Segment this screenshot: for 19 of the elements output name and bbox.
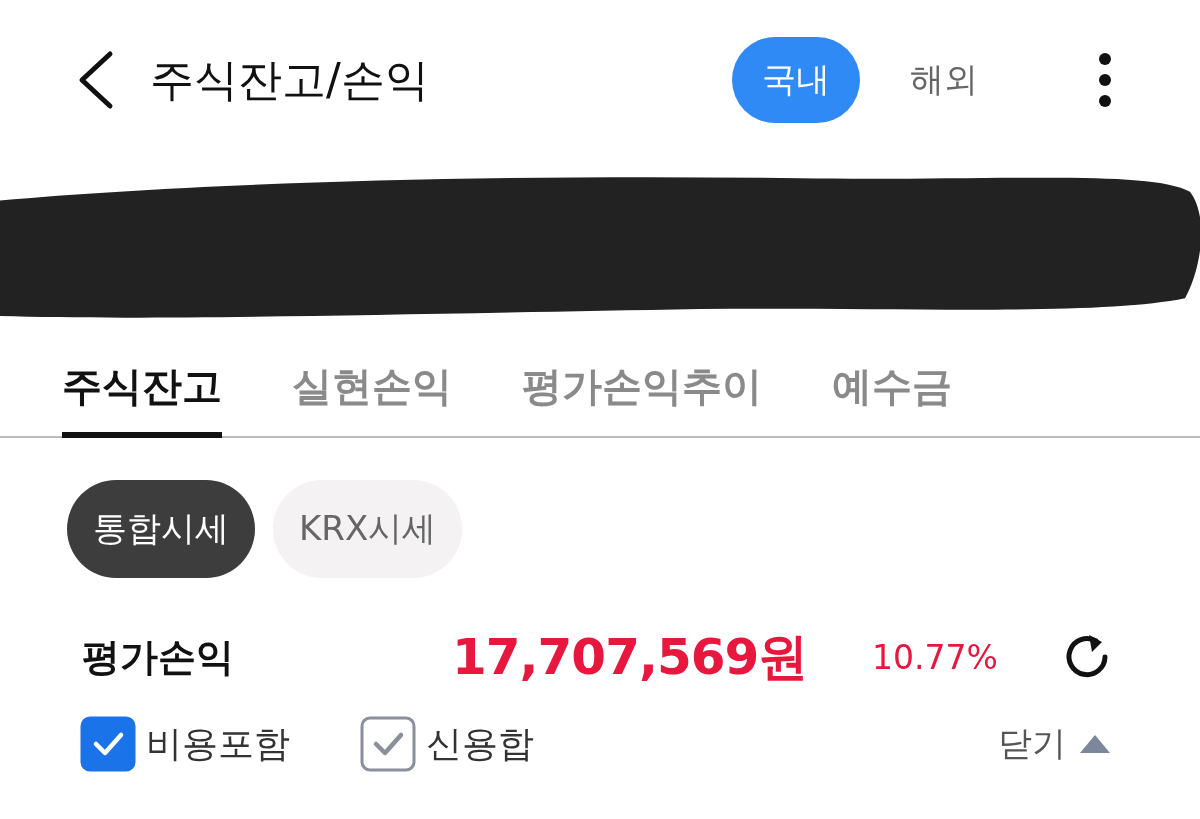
checkbox[interactable] — [360, 716, 416, 772]
profit-amount: 17,707,569원 — [452, 626, 809, 688]
market-tab[interactable]: 국내 — [732, 37, 860, 123]
checkbox[interactable] — [80, 716, 136, 772]
tab[interactable]: 예수금 — [832, 332, 952, 438]
page-title: 주식잔고/손익 — [150, 52, 430, 107]
profit-rate: 10.77% — [872, 637, 999, 677]
price-chip[interactable]: 통합시세 — [67, 480, 255, 578]
market-tab[interactable]: 해외 — [880, 37, 1008, 123]
option-label: 신용합 — [426, 721, 534, 766]
tab[interactable]: 주식잔고 — [62, 332, 222, 438]
more-icon[interactable] — [1098, 52, 1112, 108]
tab[interactable]: 평가손익추이 — [522, 332, 762, 438]
price-chip[interactable]: KRX시세 — [273, 480, 463, 578]
option-label: 비용포함 — [146, 721, 290, 766]
summary-label: 평가손익 — [82, 633, 235, 681]
triangle-up-icon — [1078, 733, 1112, 755]
collapse-button[interactable]: 닫기 — [998, 721, 1112, 767]
tab[interactable]: 실현손익 — [292, 332, 452, 438]
